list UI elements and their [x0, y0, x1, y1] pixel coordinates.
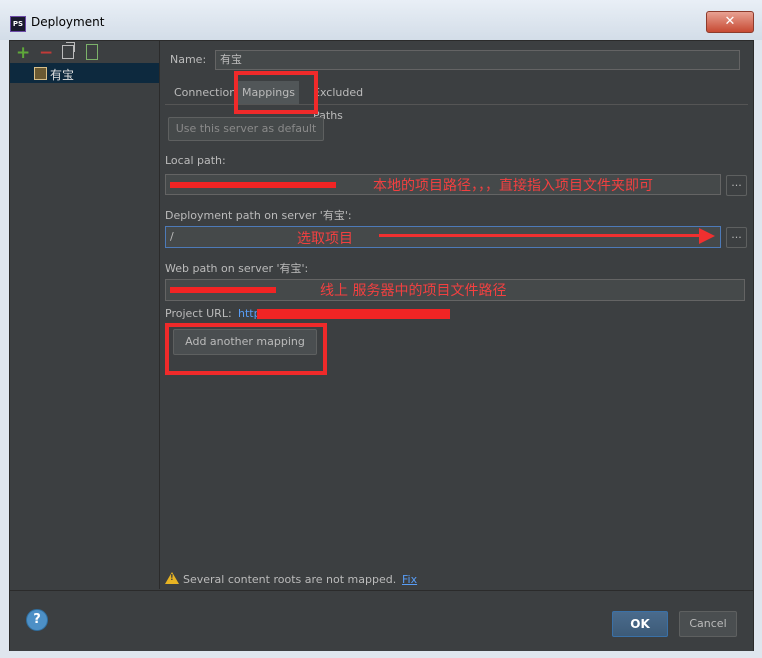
annotation-arrow-head [699, 228, 715, 244]
server-item-label: 有宝 [50, 68, 75, 82]
add-server-icon[interactable]: + [16, 43, 30, 63]
annotation-arrow-line [379, 234, 699, 237]
deployment-path-label: Deployment path on server '有宝': [165, 209, 352, 222]
web-path-label: Web path on server '有宝': [165, 262, 309, 275]
dialog-window: PS Deployment ✕ + − 有宝 Name: 有宝 Connecti… [0, 0, 762, 658]
warning-text: Several content roots are not mapped. [183, 573, 397, 586]
name-input[interactable]: 有宝 [215, 50, 740, 70]
use-as-default-button[interactable]: Use this server as default [168, 117, 324, 141]
local-path-annotation: 本地的项目路径，，，直接指入项目文件夹即可 [373, 178, 653, 194]
ok-button[interactable]: OK [612, 611, 668, 637]
name-label: Name: [170, 53, 207, 66]
remove-server-icon[interactable]: − [39, 43, 53, 63]
web-path-annotation: 线上 服务器中的项目文件路径 [320, 283, 507, 299]
cancel-button[interactable]: Cancel [679, 611, 737, 637]
server-list-item[interactable]: 有宝 [10, 63, 159, 83]
title-bar: PS Deployment ✕ [0, 0, 762, 40]
phpstorm-app-icon: PS [10, 16, 26, 32]
dialog-body: + − 有宝 Name: 有宝 Connection Mappings Excl… [9, 40, 754, 651]
deployment-path-input[interactable]: / [165, 226, 721, 248]
window-title: Deployment [31, 15, 105, 29]
add-mapping-highlight [165, 323, 327, 375]
dialog-footer: ? OK Cancel [10, 590, 753, 651]
server-icon [34, 67, 47, 80]
copy-server-icon[interactable] [62, 42, 75, 59]
server-list-panel: + − 有宝 [10, 41, 160, 589]
mappings-tab-highlight [234, 71, 318, 114]
server-settings-panel: Name: 有宝 Connection Mappings Excluded Pa… [160, 41, 753, 589]
deployment-path-browse-button[interactable]: ... [726, 227, 747, 248]
redaction-local-path [170, 182, 336, 188]
import-server-icon[interactable] [86, 44, 98, 60]
tab-connection[interactable]: Connection [170, 81, 240, 104]
deployment-path-annotation: 选取项目 [297, 231, 353, 247]
warning-icon: ! [165, 572, 179, 584]
close-button[interactable]: ✕ [706, 11, 754, 33]
local-path-browse-button[interactable]: ... [726, 175, 747, 196]
project-url-label: Project URL: [165, 307, 232, 320]
help-icon[interactable]: ? [26, 609, 48, 631]
redaction-web-path [170, 287, 276, 293]
local-path-label: Local path: [165, 154, 226, 167]
fix-link[interactable]: Fix [402, 573, 417, 586]
redaction-project-url [257, 309, 450, 319]
